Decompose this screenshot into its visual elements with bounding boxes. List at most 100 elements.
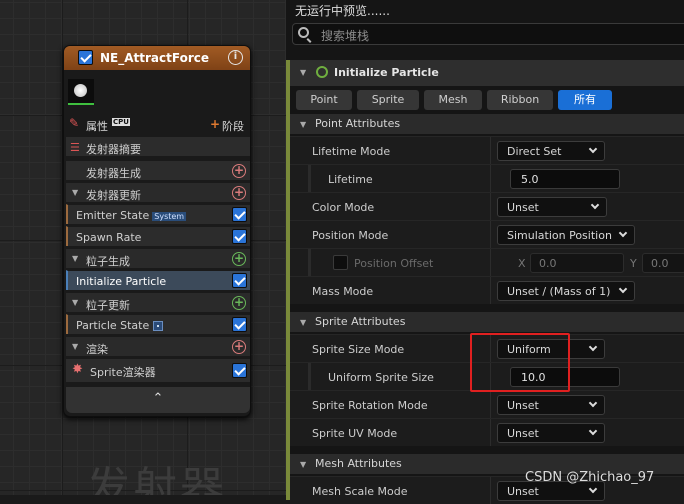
color-mode-value: Unset bbox=[507, 201, 539, 214]
selection-panel: 无运行中预览...... 搜索堆栈 ▼ Initialize Particle … bbox=[286, 0, 684, 504]
color-mode-label: Color Mode bbox=[312, 201, 375, 214]
sprite-uv-mode-row: Sprite UV Mode Unset bbox=[290, 418, 684, 446]
chevron-down-icon bbox=[588, 398, 598, 408]
emitter-summary-row[interactable]: ☰ 发射器摘要 bbox=[66, 136, 250, 156]
emitter-spawn-row[interactable]: 发射器生成 + bbox=[66, 160, 250, 180]
lifetime-mode-row: Lifetime Mode Direct Set bbox=[290, 136, 684, 164]
collapse-arrow-icon[interactable]: ▼ bbox=[300, 120, 306, 129]
particle-update-label: 粒子更新 bbox=[86, 299, 130, 312]
mass-mode-dropdown[interactable]: Unset / (Mass of 1) bbox=[497, 281, 635, 301]
module-enable-checkbox[interactable] bbox=[232, 317, 247, 332]
collapse-arrow-icon[interactable]: ▼ bbox=[72, 342, 78, 351]
module-enable-checkbox[interactable] bbox=[232, 229, 247, 244]
point-attributes-header[interactable]: ▼ Point Attributes bbox=[290, 114, 684, 134]
position-mode-dropdown[interactable]: Simulation Position bbox=[497, 225, 635, 245]
module-particle-state[interactable]: Particle State bbox=[66, 314, 250, 334]
chevron-down-icon bbox=[618, 228, 628, 238]
collapse-arrow-icon[interactable]: ▼ bbox=[300, 460, 306, 469]
emitter-summary-label: 发射器摘要 bbox=[86, 143, 141, 156]
module-initialize-particle[interactable]: Initialize Particle bbox=[66, 270, 250, 290]
render-section[interactable]: ▼ 渲染 + bbox=[66, 336, 250, 356]
position-mode-value: Simulation Position bbox=[507, 229, 612, 242]
position-offset-label: Position Offset bbox=[354, 257, 434, 270]
particle-update-section[interactable]: ▼ 粒子更新 + bbox=[66, 292, 250, 312]
add-module-icon[interactable]: + bbox=[232, 164, 246, 178]
emitter-spawn-label: 发射器生成 bbox=[86, 167, 141, 180]
particle-spawn-section[interactable]: ▼ 粒子生成 + bbox=[66, 248, 250, 268]
position-mode-label: Position Mode bbox=[312, 229, 389, 242]
mesh-scale-mode-value: Unset bbox=[507, 485, 539, 498]
node-properties-row[interactable]: ✎ 属性 CPU + 阶段 bbox=[66, 114, 250, 134]
sprite-uv-mode-value: Unset bbox=[507, 427, 539, 440]
chevron-down-icon bbox=[588, 426, 598, 436]
lifetime-mode-value: Direct Set bbox=[507, 145, 562, 158]
collapse-arrow-icon[interactable]: ▼ bbox=[300, 68, 306, 77]
filter-mesh-button[interactable]: Mesh bbox=[424, 90, 482, 110]
lifetime-mode-label: Lifetime Mode bbox=[312, 145, 391, 158]
particle-state-icon bbox=[153, 321, 164, 331]
add-module-icon[interactable]: + bbox=[232, 186, 246, 200]
node-header[interactable]: NE_AttractForce i bbox=[64, 46, 250, 70]
particle-spawn-label: 粒子生成 bbox=[86, 255, 130, 268]
add-stage-icon[interactable]: + bbox=[210, 117, 220, 131]
uniform-sprite-size-label: Uniform Sprite Size bbox=[328, 371, 434, 384]
emitter-node[interactable]: NE_AttractForce i ✎ 属性 CPU + 阶段 ☰ 发射器摘要 … bbox=[63, 45, 251, 417]
position-offset-y-input[interactable]: 0.0 bbox=[642, 253, 684, 273]
graph-canvas[interactable]: 发射器 NE_AttractForce i ✎ 属性 CPU + 阶段 ☰ 发射… bbox=[0, 0, 286, 495]
watermark: CSDN @Zhichao_97 bbox=[525, 470, 655, 485]
chevron-down-icon bbox=[588, 342, 598, 352]
emitter-state-label: Emitter State bbox=[76, 209, 150, 222]
mass-mode-label: Mass Mode bbox=[312, 285, 374, 298]
position-offset-y-value: 0.0 bbox=[651, 257, 669, 270]
add-module-icon[interactable]: + bbox=[232, 296, 246, 310]
collapse-arrow-icon[interactable]: ▼ bbox=[72, 188, 78, 197]
sprite-size-mode-label: Sprite Size Mode bbox=[312, 343, 405, 356]
filter-all-button[interactable]: 所有 bbox=[558, 90, 612, 110]
lifetime-mode-dropdown[interactable]: Direct Set bbox=[497, 141, 605, 161]
chevron-down-icon bbox=[588, 144, 598, 154]
collapse-arrow-icon[interactable]: ▼ bbox=[72, 254, 78, 263]
renderer-enable-checkbox[interactable] bbox=[232, 363, 247, 378]
sprite-attributes-header[interactable]: ▼ Sprite Attributes bbox=[290, 312, 684, 332]
module-enable-checkbox[interactable] bbox=[232, 207, 247, 222]
filter-sprite-button[interactable]: Sprite bbox=[357, 90, 419, 110]
emitter-update-section[interactable]: ▼ 发射器更新 + bbox=[66, 182, 250, 202]
collapse-node-button[interactable]: ⌃ bbox=[66, 387, 250, 413]
sprite-rotation-mode-dropdown[interactable]: Unset bbox=[497, 395, 605, 415]
position-offset-x-input[interactable]: 0.0 bbox=[530, 253, 624, 273]
color-mode-row: Color Mode Unset bbox=[290, 192, 684, 220]
cpu-icon: CPU bbox=[112, 118, 130, 126]
filter-ribbon-button[interactable]: Ribbon bbox=[487, 90, 553, 110]
sprite-uv-mode-dropdown[interactable]: Unset bbox=[497, 423, 605, 443]
add-renderer-icon[interactable]: + bbox=[232, 340, 246, 354]
module-header[interactable]: ▼ Initialize Particle bbox=[290, 60, 684, 86]
module-spawn-rate[interactable]: Spawn Rate bbox=[66, 226, 250, 246]
emitter-thumbnail bbox=[68, 79, 94, 105]
chevron-up-icon: ⌃ bbox=[152, 391, 164, 406]
lifetime-label: Lifetime bbox=[328, 173, 373, 186]
search-icon bbox=[298, 27, 309, 38]
sprite-renderer-row[interactable]: ✸ Sprite渲染器 bbox=[66, 358, 250, 382]
properties-label: 属性 bbox=[86, 120, 108, 133]
add-module-icon[interactable]: + bbox=[232, 252, 246, 266]
collapse-arrow-icon[interactable]: ▼ bbox=[72, 298, 78, 307]
lifetime-input[interactable]: 5.0 bbox=[510, 169, 620, 189]
particle-state-label: Particle State bbox=[76, 319, 150, 332]
position-offset-checkbox[interactable] bbox=[333, 255, 348, 270]
chevron-down-icon bbox=[590, 200, 600, 210]
render-label: 渲染 bbox=[86, 343, 108, 356]
position-offset-x-value: 0.0 bbox=[539, 257, 557, 270]
sprite-rotation-mode-value: Unset bbox=[507, 399, 539, 412]
filter-tabs: Point Sprite Mesh Ribbon 所有 bbox=[296, 90, 684, 110]
collapse-arrow-icon[interactable]: ▼ bbox=[300, 318, 306, 327]
y-axis-label: Y bbox=[630, 257, 637, 270]
node-enable-checkbox[interactable] bbox=[78, 50, 93, 65]
module-enable-checkbox[interactable] bbox=[232, 273, 247, 288]
stage-button[interactable]: 阶段 bbox=[222, 118, 244, 134]
spawn-rate-label: Spawn Rate bbox=[76, 231, 142, 244]
search-input[interactable]: 搜索堆栈 bbox=[292, 23, 684, 45]
info-icon[interactable]: i bbox=[228, 50, 243, 65]
filter-point-button[interactable]: Point bbox=[296, 90, 352, 110]
module-emitter-state[interactable]: Emitter State System bbox=[66, 204, 250, 224]
color-mode-dropdown[interactable]: Unset bbox=[497, 197, 607, 217]
